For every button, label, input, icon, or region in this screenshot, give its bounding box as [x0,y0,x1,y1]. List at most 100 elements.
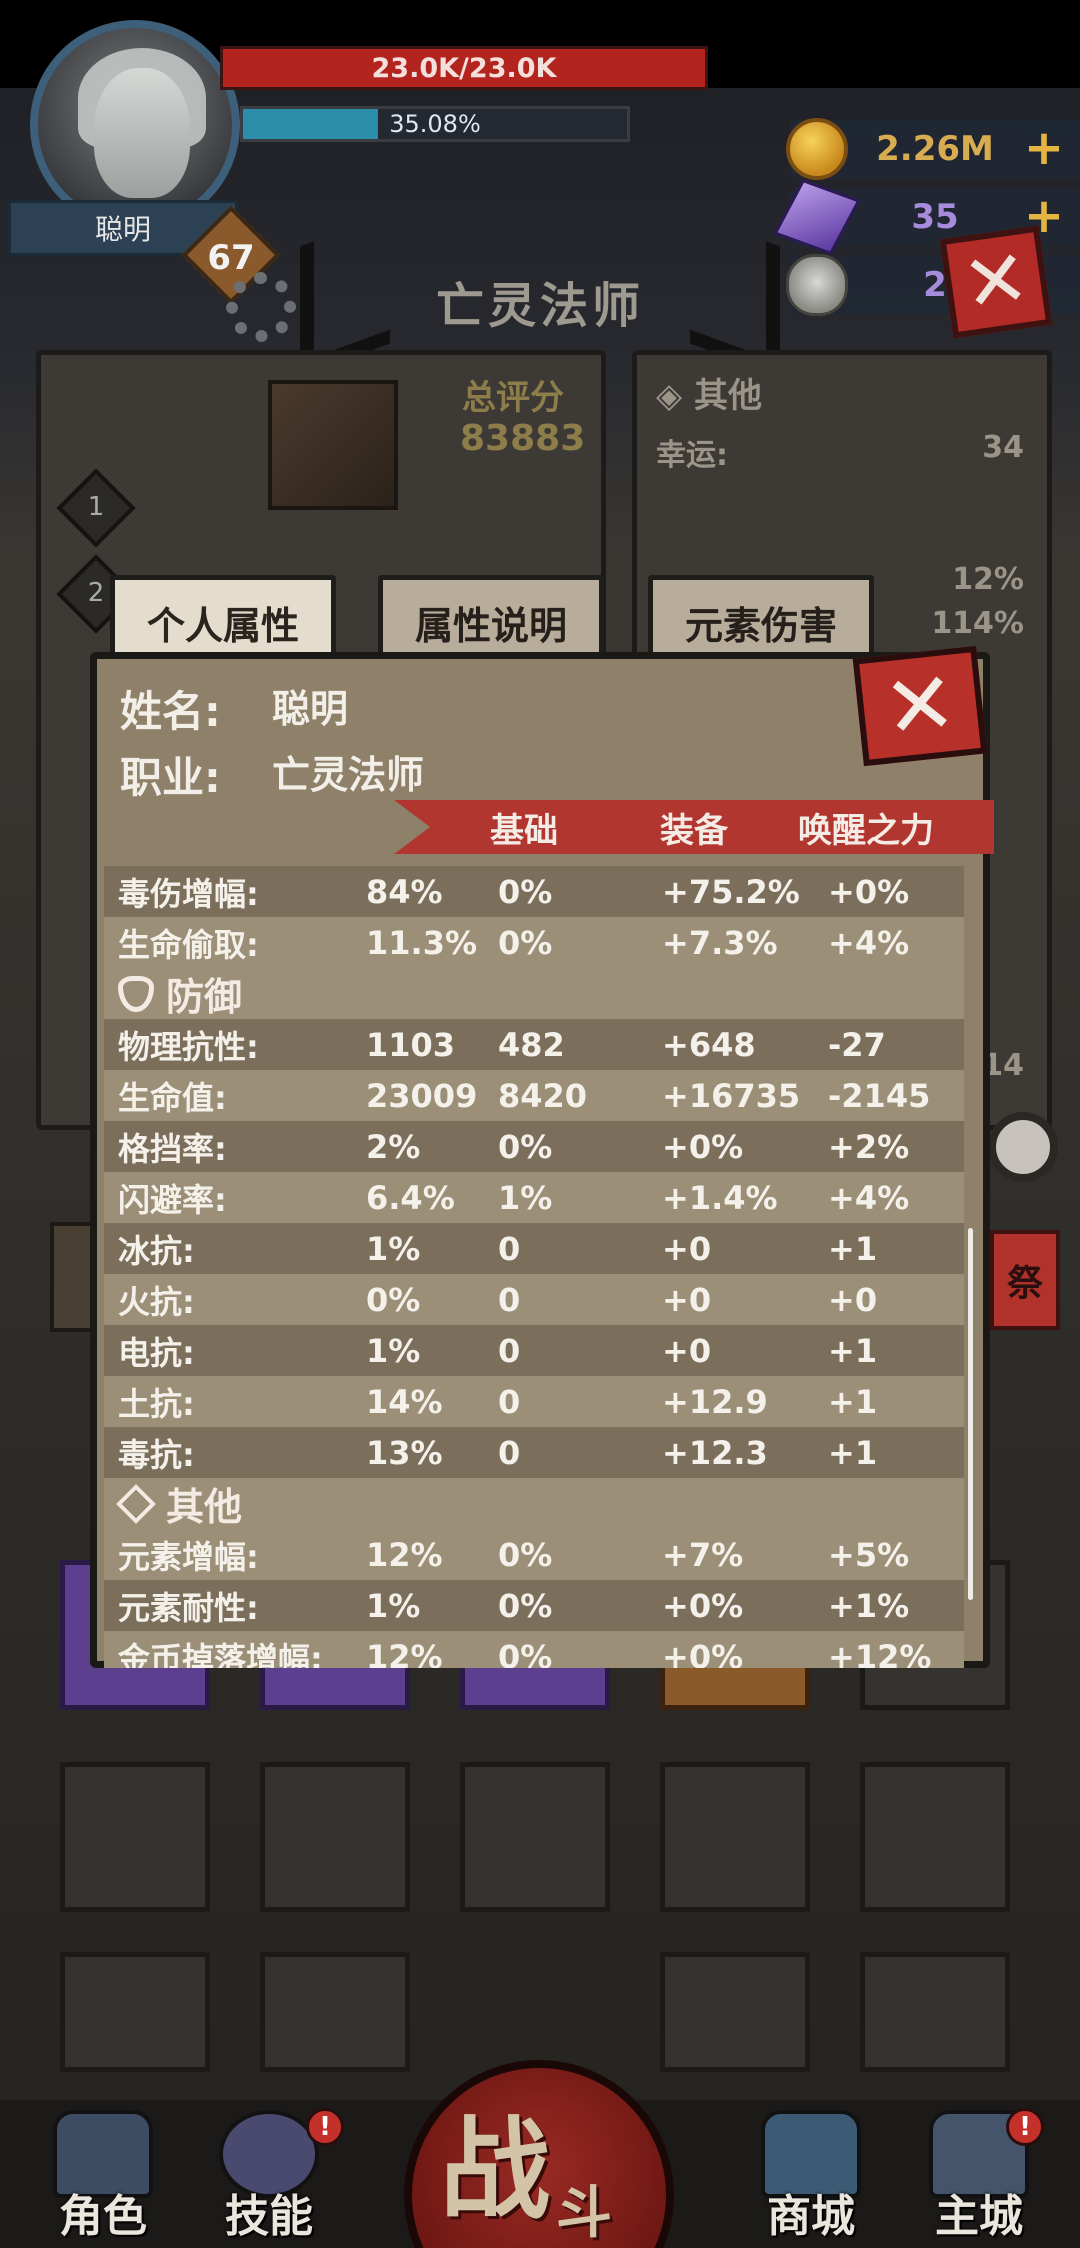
column-header: 基础 装备 唤醒之力 [394,800,994,854]
nav-shop[interactable]: 商城 [736,2110,886,2248]
stat-total: 12% [366,1637,443,1669]
stat-equip: +7.3% [662,923,778,962]
stat-base: 8420 [498,1076,588,1115]
battle-label-main: 战 [440,2106,550,2234]
inventory-slot[interactable] [860,1762,1010,1912]
avatar[interactable] [30,20,240,230]
stat-label: 毒抗: [118,1435,195,1474]
class-label: 职业: [120,753,221,802]
hp-text: 23.0K/23.0K [371,52,557,84]
stat-row: 土抗: 14% 0 +12.9 +1 [104,1376,964,1427]
inventory-slot[interactable] [460,1762,610,1912]
gear-icon[interactable] [226,272,296,342]
stat-base: 0% [498,1586,553,1625]
stat-label: 土抗: [118,1384,195,1423]
col-base: 基础 [490,810,558,851]
class-row: 职业: 亡灵法师 [120,744,424,805]
inventory-slot[interactable] [660,1952,810,2072]
stat-total: 1% [366,1229,421,1268]
nav-skills-label: 技能 [225,2191,313,2242]
stat-label: 格挡率: [118,1129,227,1168]
section-label: 其他 [166,1485,243,1529]
stat-awaken: +1 [828,1229,878,1268]
search-icon[interactable] [988,1112,1058,1182]
city-notification-badge: ! [1006,2108,1044,2146]
stat-awaken: +5% [828,1535,910,1574]
inventory-slot[interactable] [660,1762,810,1912]
stat-label: 元素耐性: [118,1588,259,1627]
stat-row: 火抗: 0% 0 +0 +0 [104,1274,964,1325]
weapon-slot[interactable] [268,380,398,510]
stat-equip: +1.4% [662,1178,778,1217]
stats-table[interactable]: 毒伤增幅: 84% 0% +75.2% +0% 生命偷取: 11.3% 0% +7.3% +4% 防… [104,866,974,1668]
stat-awaken: +1 [828,1433,878,1472]
stat-equip: +75.2% [662,872,800,911]
inventory-slot[interactable] [60,1762,210,1912]
stat-total: 1% [366,1586,421,1625]
stat-total: 0% [366,1280,421,1319]
stat-row: 毒伤增幅: 84% 0% +75.2% +0% [104,866,964,917]
stat-total: 14% [366,1382,443,1421]
stat-row: 元素增幅: 12% 0% +7% +5% [104,1529,964,1580]
stat-total: 1% [366,1331,421,1370]
stat-awaken: +1 [828,1331,878,1370]
inventory-slot[interactable] [260,1952,410,2072]
stat-total: 6.4% [366,1178,455,1217]
stat-base: 0% [498,1535,553,1574]
set-slot-1-label: 1 [87,492,105,522]
battle-label-sub: 斗 [556,2181,612,2246]
hp-bar: 23.0K/23.0K [220,46,708,90]
dialog-close-button[interactable]: ✕ [852,645,988,767]
stat-label: 火抗: [118,1282,195,1321]
stat-label: 电抗: [118,1333,195,1372]
stat-equip: +7% [662,1535,744,1574]
stat-label: 冰抗: [118,1231,195,1270]
stat-label: 闪避率: [118,1180,227,1219]
close-icon[interactable]: ✕ [939,225,1053,339]
skills-notification-badge: ! [306,2108,344,2146]
avatar-face [94,68,190,198]
inventory-slot[interactable] [860,1952,1010,2072]
stat-awaken: +2% [828,1127,910,1166]
luck-label: 幸运: [656,438,728,473]
stat-base: 0% [498,872,553,911]
stat-awaken: +1 [828,1382,878,1421]
add-coins-button[interactable]: + [1022,124,1066,172]
stat-label: 生命偷取: [118,925,259,964]
stat-total: 23009 [366,1076,478,1115]
stat-base: 0 [498,1280,521,1319]
stat-awaken: -27 [828,1025,886,1064]
class-title: 亡灵法师 [435,278,644,334]
stat-row: 闪避率: 6.4% 1% +1.4% +4% [104,1172,964,1223]
stat-label: 元素增幅: [118,1537,259,1576]
score-value: 83883 [460,418,586,459]
name-row: 姓名: 聪明 [120,678,348,739]
stat-label: 金币掉落增幅: [118,1639,323,1669]
stat-awaken: +4% [828,1178,910,1217]
right-value: 114% [931,606,1024,641]
stat-equip: +0% [662,1127,744,1166]
stat-awaken: +0 [828,1280,878,1319]
stats-scrollbar[interactable] [968,1228,973,1600]
stat-total: 11.3% [366,923,478,962]
inventory-slot[interactable] [260,1762,410,1912]
stat-awaken: -2145 [828,1076,931,1115]
skull-icon [786,254,848,316]
inventory-slot[interactable] [60,1952,210,2072]
name-label: 姓名: [120,687,221,736]
stat-label: 生命值: [118,1078,227,1117]
stat-base: 0 [498,1229,521,1268]
xp-text: 35.08% [389,110,481,138]
col-equip: 装备 [660,810,728,851]
section-header: 防御 [104,968,964,1019]
stat-awaken: +1% [828,1586,910,1625]
stat-equip: +648 [662,1025,756,1064]
side-tab-right[interactable]: 祭 [990,1230,1060,1330]
stat-equip: +0 [662,1229,712,1268]
nav-character[interactable]: 角色 [28,2110,178,2248]
stat-base: 0% [498,1637,553,1669]
stat-equip: +16735 [662,1076,801,1115]
stat-equip: +0% [662,1637,744,1669]
stat-row: 物理抗性: 1103 482 +648 -27 [104,1019,964,1070]
stat-base: 0% [498,1127,553,1166]
